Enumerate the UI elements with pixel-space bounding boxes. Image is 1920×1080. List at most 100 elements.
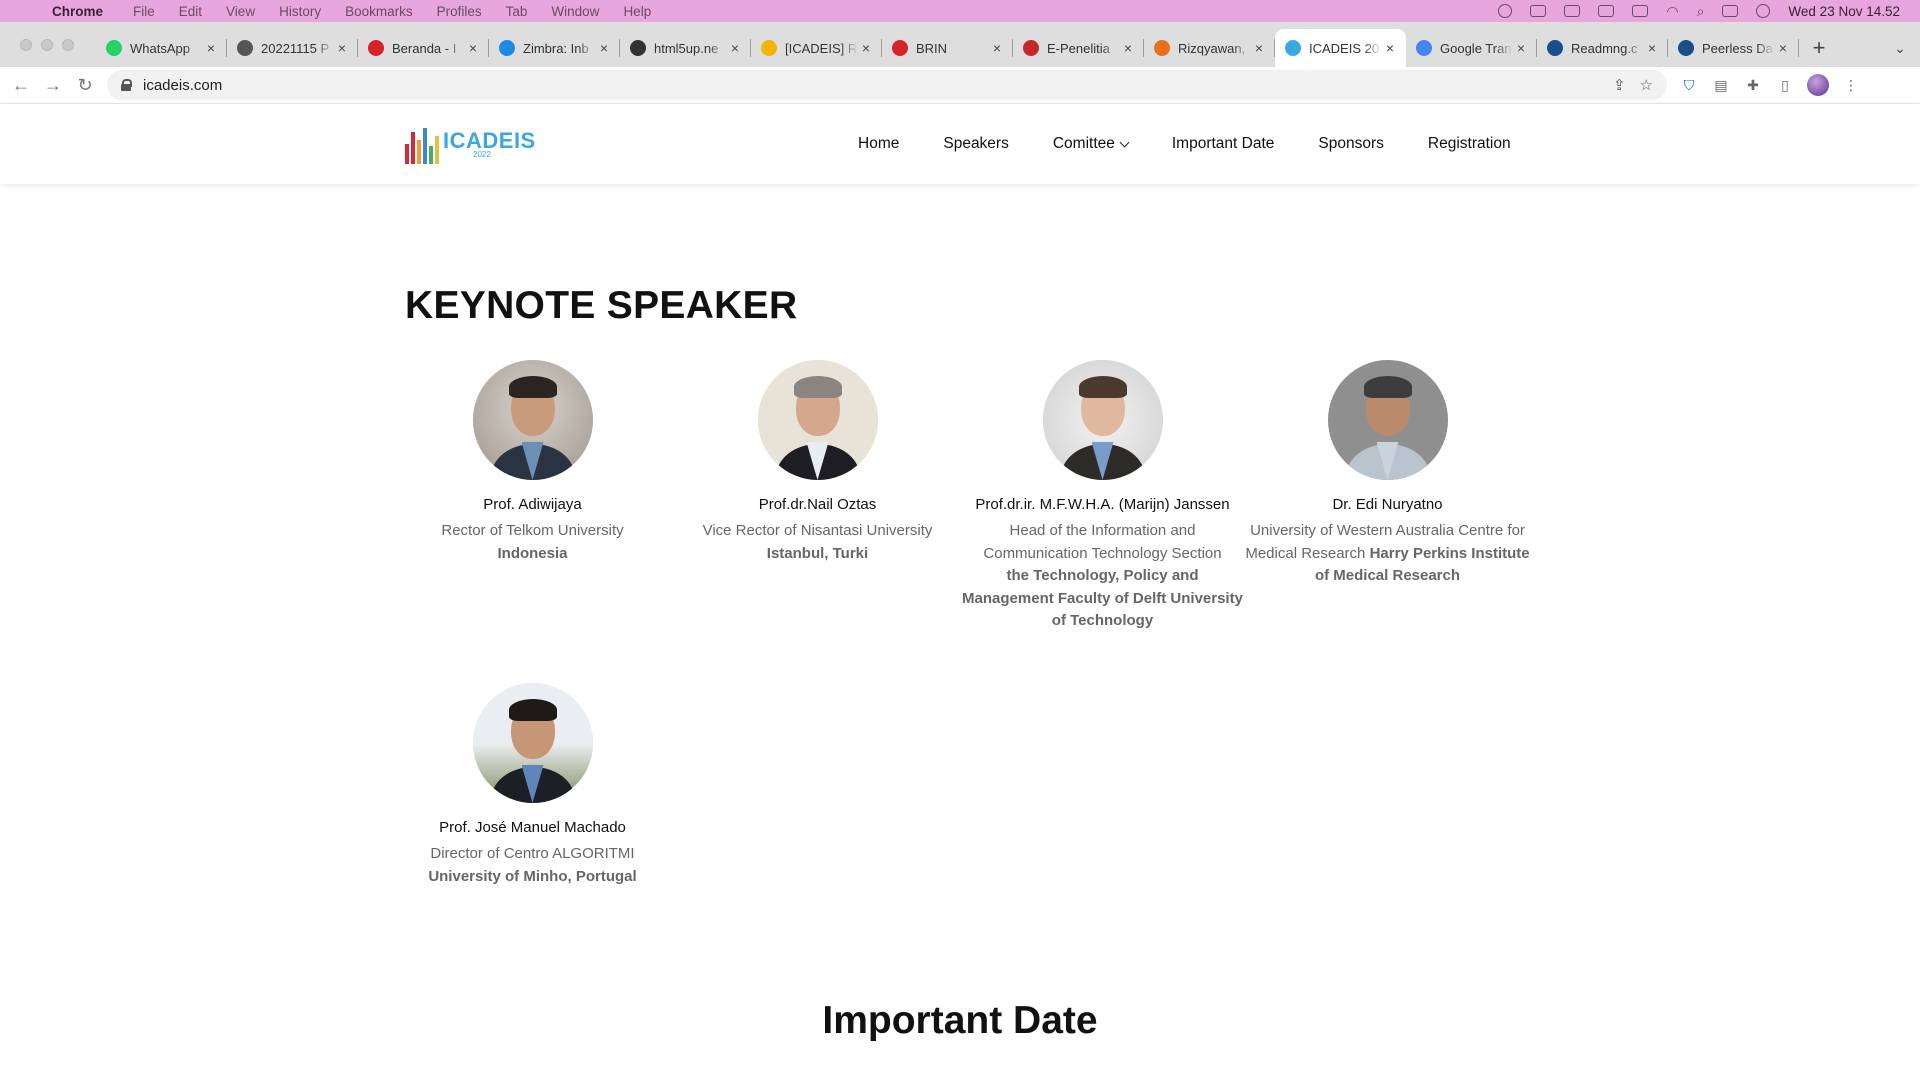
speaker-institution: University of Minho, Portugal xyxy=(428,867,637,885)
icadeis-icon xyxy=(1285,40,1301,56)
tab-close-icon[interactable]: × xyxy=(465,40,481,56)
nav-home[interactable]: Home xyxy=(858,135,899,153)
window-controls xyxy=(0,22,96,67)
browser-tab[interactable]: E-Penelitia × xyxy=(1013,29,1144,67)
menu-profiles[interactable]: Profiles xyxy=(437,4,482,19)
bookmark-star-icon[interactable]: ☆ xyxy=(1640,76,1653,94)
tab-title: Google Tran xyxy=(1440,40,1512,56)
tab-title: 20221115 P xyxy=(261,40,330,56)
reload-button[interactable]: ↻ xyxy=(69,69,101,101)
speaker-photo xyxy=(472,360,593,480)
tab-close-icon[interactable]: × xyxy=(989,40,1005,56)
tab-list: WhatsApp × 20221115 P × Beranda - I × Zimbra: … xyxy=(96,29,1799,67)
extensions-puzzle-icon[interactable]: ✚ xyxy=(1743,75,1763,95)
nav-comittee-label: Comittee xyxy=(1052,135,1115,152)
browser-tab[interactable]: [ICADEIS] R × xyxy=(751,29,882,67)
address-url[interactable]: icadeis.com xyxy=(143,77,222,94)
profile-avatar[interactable] xyxy=(1807,74,1829,96)
speaker-name: Dr. Edi Nuryatno xyxy=(1332,496,1443,513)
google-translate-icon xyxy=(1416,40,1432,56)
battery-icon[interactable] xyxy=(1632,5,1649,17)
nav-sponsors[interactable]: Sponsors xyxy=(1318,135,1383,153)
beranda-icon xyxy=(368,40,384,56)
tab-close-icon[interactable]: × xyxy=(727,40,743,56)
menu-edit[interactable]: Edit xyxy=(179,4,202,19)
menu-app-chrome[interactable]: Chrome xyxy=(52,4,103,19)
speaker-name: Prof.dr.ir. M.F.W.H.A. (Marijn) Janssen xyxy=(975,496,1230,513)
tab-close-icon[interactable]: × xyxy=(1644,40,1660,56)
speaker-photo xyxy=(757,360,878,480)
nav-comittee[interactable]: Comittee xyxy=(1052,135,1130,153)
nav-registration[interactable]: Registration xyxy=(1428,135,1511,153)
back-button[interactable]: ← xyxy=(5,69,37,101)
tab-close-icon[interactable]: × xyxy=(596,40,612,56)
tab-close-icon[interactable]: × xyxy=(334,40,350,56)
browser-tab[interactable]: 20221115 P × xyxy=(227,29,358,67)
siri-icon[interactable] xyxy=(1756,4,1771,18)
speaker-role: Head of the Information and Communicatio… xyxy=(983,522,1222,562)
zoom-window-button[interactable] xyxy=(62,38,74,51)
wifi-icon[interactable]: ◠ xyxy=(1666,3,1678,20)
menu-view[interactable]: View xyxy=(226,4,255,19)
forward-button[interactable]: → xyxy=(37,69,69,101)
browser-tab[interactable]: WhatsApp × xyxy=(96,29,227,67)
zimbra-icon xyxy=(499,40,515,56)
menu-bookmarks[interactable]: Bookmarks xyxy=(345,4,413,19)
readmng-icon xyxy=(1678,40,1694,56)
browser-tab[interactable]: html5up.ne × xyxy=(620,29,751,67)
browser-tab[interactable]: Peerless Da × xyxy=(1668,29,1799,67)
kebab-menu-icon[interactable]: ⋮ xyxy=(1841,75,1861,95)
nav-speakers[interactable]: Speakers xyxy=(943,135,1008,153)
browser-tab[interactable]: ICADEIS 20 × xyxy=(1275,29,1406,67)
bitwarden-extension-icon[interactable]: ⛉ xyxy=(1679,75,1699,95)
menu-help[interactable]: Help xyxy=(623,4,651,19)
share-icon[interactable]: ⇪ xyxy=(1613,76,1626,94)
tab-close-icon[interactable]: × xyxy=(1382,40,1398,56)
menu-tab[interactable]: Tab xyxy=(506,4,528,19)
browser-tab[interactable]: BRIN × xyxy=(882,29,1013,67)
nav-important-date[interactable]: Important Date xyxy=(1172,135,1275,153)
keyboard-icon[interactable] xyxy=(1598,5,1615,17)
site-logo[interactable]: ICADEIS 2022 xyxy=(405,124,536,164)
close-window-button[interactable] xyxy=(20,38,32,51)
notes-extension-icon[interactable]: ▤ xyxy=(1711,75,1731,95)
tab-close-icon[interactable]: × xyxy=(1775,40,1791,56)
spotlight-search-icon[interactable]: ⌕ xyxy=(1697,3,1705,20)
browser-tab[interactable]: Rizqyawan, × xyxy=(1144,29,1275,67)
browser-tab[interactable]: Beranda - I × xyxy=(358,29,489,67)
speaker-role: Rector of Telkom University xyxy=(441,522,624,539)
side-panel-icon[interactable]: ▯ xyxy=(1775,75,1795,95)
whatsapp-icon xyxy=(106,40,122,56)
readmng-icon xyxy=(1547,40,1563,56)
main-nav: Home Speakers Comittee Important Date Sp… xyxy=(858,104,1511,184)
tab-close-icon[interactable]: × xyxy=(1513,40,1529,56)
menu-bar-clock[interactable]: Wed 23 Nov 14.52 xyxy=(1788,4,1900,19)
menu-window[interactable]: Window xyxy=(551,4,599,19)
tab-search-chevron-icon[interactable]: ⌄ xyxy=(1880,29,1920,67)
tab-close-icon[interactable]: × xyxy=(1120,40,1136,56)
menu-history[interactable]: History xyxy=(279,4,321,19)
browser-tab[interactable]: Zimbra: Inb × xyxy=(489,29,620,67)
site-header: ICADEIS 2022 Home Speakers Comittee Impo… xyxy=(0,104,1920,184)
speaker-institution: Istanbul, Turki xyxy=(766,544,869,562)
minimize-window-button[interactable] xyxy=(41,38,53,51)
lock-icon[interactable] xyxy=(121,79,132,91)
menu-file[interactable]: File xyxy=(133,4,155,19)
tab-close-icon[interactable]: × xyxy=(203,40,219,56)
tab-close-icon[interactable]: × xyxy=(858,40,874,56)
address-bar[interactable]: icadeis.com ⇪ ☆ xyxy=(107,70,1667,100)
browser-tab[interactable]: Google Tran × xyxy=(1406,29,1537,67)
status-minus-icon[interactable] xyxy=(1498,4,1513,18)
tab-title: Zimbra: Inb xyxy=(523,40,589,56)
control-center-icon[interactable] xyxy=(1722,5,1739,17)
web-page: ICADEIS 2022 Home Speakers Comittee Impo… xyxy=(0,104,1920,1080)
new-tab-button[interactable]: + xyxy=(1799,29,1839,67)
card-icon[interactable] xyxy=(1564,5,1581,17)
tab-close-icon[interactable]: × xyxy=(1251,40,1267,56)
speaker-card: Prof.dr.ir. M.F.W.H.A. (Marijn) Janssen … xyxy=(960,360,1245,633)
section-title-important-date: Important Date xyxy=(822,999,1098,1042)
browser-tab[interactable]: Readmng.c × xyxy=(1537,29,1668,67)
screen-share-icon[interactable] xyxy=(1530,5,1547,17)
tab-strip: WhatsApp × 20221115 P × Beranda - I × Zimbra: … xyxy=(0,22,1920,67)
speaker-role: Vice Rector of Nisantasi University xyxy=(702,522,933,539)
